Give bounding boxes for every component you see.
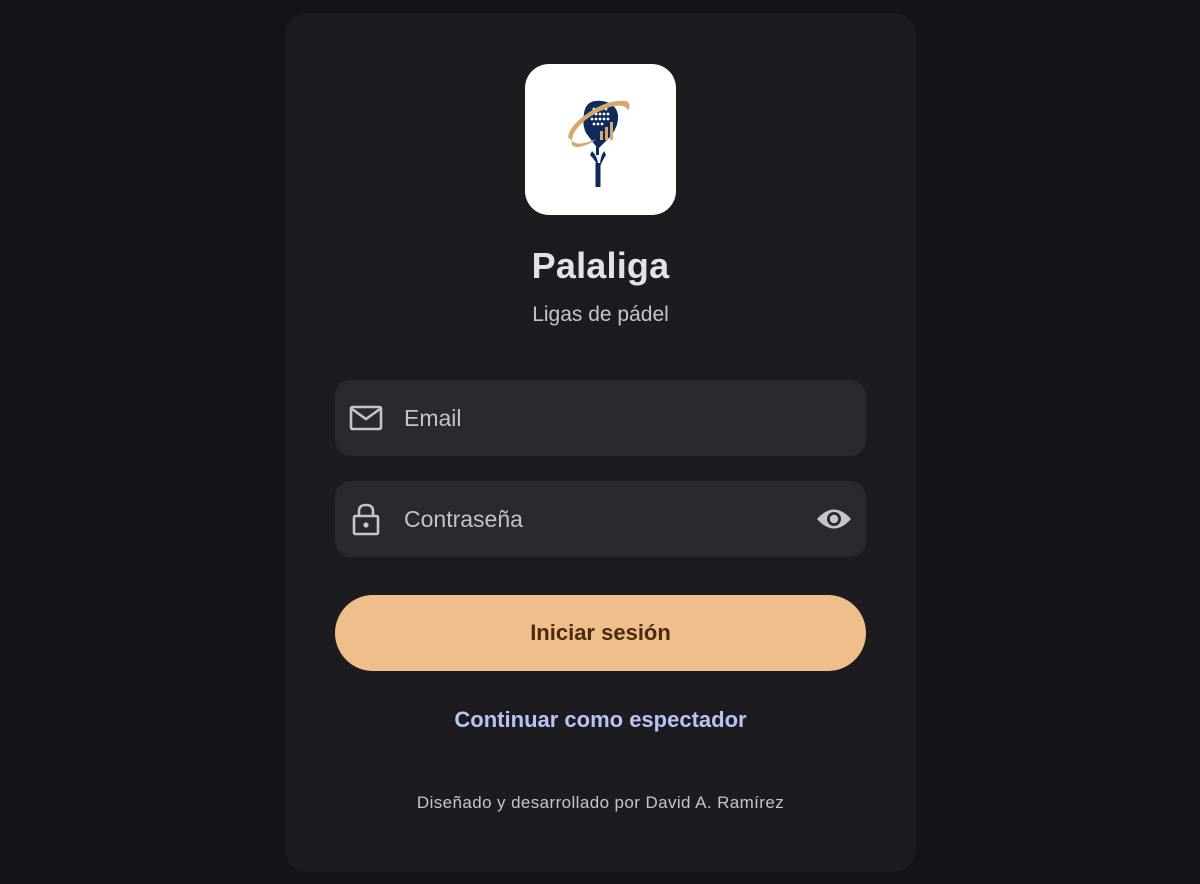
password-field[interactable] bbox=[335, 481, 866, 557]
continue-as-spectator-link[interactable]: Continuar como espectador bbox=[285, 707, 916, 733]
email-field[interactable] bbox=[335, 380, 866, 456]
lock-icon bbox=[349, 502, 383, 536]
app-title: Palaliga bbox=[531, 245, 670, 286]
mail-icon bbox=[349, 401, 383, 435]
eye-icon[interactable] bbox=[814, 499, 854, 539]
email-input[interactable] bbox=[404, 380, 866, 456]
app-subtitle: Ligas de pádel bbox=[532, 303, 669, 326]
app-logo bbox=[525, 64, 676, 215]
login-button[interactable]: Iniciar sesión bbox=[335, 595, 866, 671]
password-input[interactable] bbox=[404, 481, 814, 557]
login-card: Palaliga Ligas de pádel Ini bbox=[285, 13, 916, 872]
footer-credit: Diseñado y desarrollado por David A. Ram… bbox=[416, 793, 785, 812]
padel-racket-logo-icon bbox=[567, 100, 630, 187]
